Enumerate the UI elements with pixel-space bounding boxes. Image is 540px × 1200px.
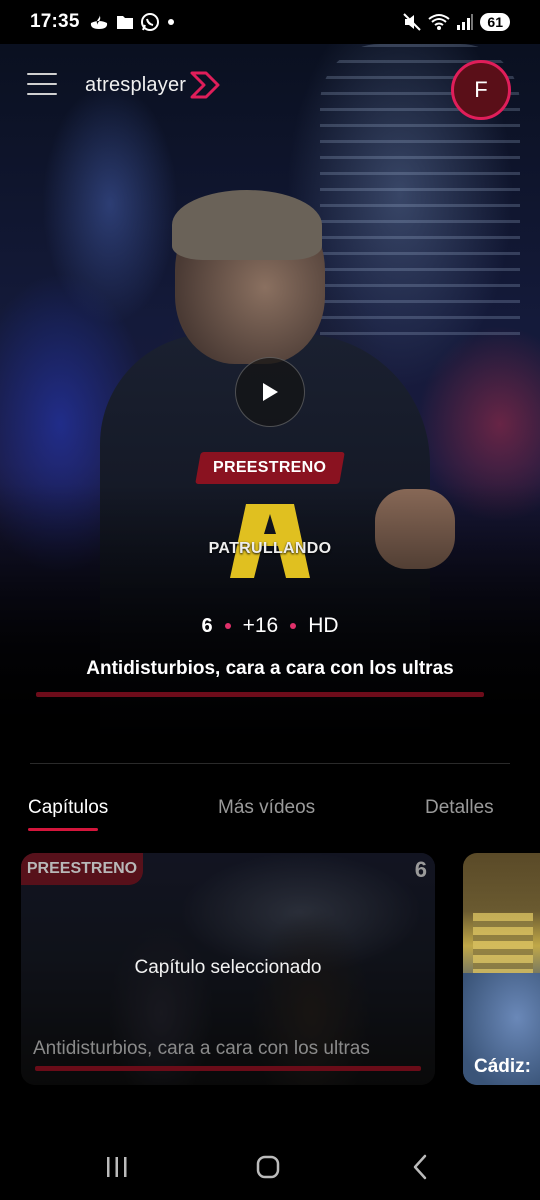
home-button[interactable]	[253, 1152, 283, 1182]
avatar[interactable]: F	[451, 60, 511, 120]
recent-apps-button[interactable]	[102, 1152, 132, 1182]
tabs: Capítulos Más vídeos Detalles	[0, 797, 540, 837]
hero-meta: 6 +16 HD	[0, 614, 540, 638]
episode-progress-bar	[35, 1066, 421, 1071]
age-rating: +16	[242, 614, 279, 637]
tab-mas-videos[interactable]: Más vídeos	[218, 797, 315, 819]
episode-card[interactable]: Cádiz:	[463, 853, 540, 1085]
episode-title: Antidisturbios, cara a cara con los ultr…	[33, 1038, 370, 1059]
hero-progress-bar	[36, 692, 484, 697]
status-time: 17:35	[30, 11, 80, 32]
episode-title: Cádiz:	[474, 1056, 531, 1077]
episode-card[interactable]: PREESTRENO 6 Capítulo seleccionado Antid…	[21, 853, 435, 1085]
signal-icon	[457, 14, 474, 30]
episode-preestreno-badge: PREESTRENO	[21, 853, 143, 885]
hero-episode-title: Antidisturbios, cara a cara con los ultr…	[86, 658, 454, 679]
santander-icon	[90, 14, 107, 29]
dot-icon	[167, 19, 174, 25]
play-icon	[263, 383, 278, 401]
back-button[interactable]	[405, 1152, 435, 1182]
back-icon	[413, 1154, 427, 1180]
wifi-icon	[428, 14, 451, 30]
preestreno-badge: PREESTRENO	[195, 452, 345, 484]
whatsapp-icon	[140, 13, 159, 31]
episode-channel-badge: 6	[414, 857, 427, 882]
show-title: PATRULLANDO	[208, 540, 332, 557]
battery-level: 61	[480, 13, 510, 31]
tab-capitulos[interactable]: Capítulos	[28, 797, 108, 819]
meta-dot	[224, 623, 231, 629]
active-tab-indicator	[28, 828, 98, 831]
tab-detalles[interactable]: Detalles	[425, 797, 494, 819]
recent-apps-icon	[107, 1157, 127, 1177]
system-nav-bar	[0, 1132, 540, 1200]
selected-episode-label: Capítulo seleccionado	[134, 957, 322, 978]
quality-label: HD	[308, 614, 339, 637]
folder-icon	[116, 16, 133, 29]
app-logo[interactable]: atresplayer	[85, 70, 222, 100]
channel-badge: 6	[201, 614, 213, 637]
logo-text: atresplayer	[85, 73, 187, 96]
status-left-icons	[88, 12, 176, 32]
top-bar: atresplayer F	[0, 44, 540, 130]
meta-dot	[290, 623, 297, 629]
show-logo: PATRULLANDO	[198, 500, 342, 582]
menu-icon[interactable]	[27, 73, 57, 97]
logo-chevron-icon	[190, 71, 220, 99]
status-right-icons: 61	[402, 12, 510, 32]
home-icon	[256, 1155, 280, 1179]
divider	[30, 763, 510, 764]
play-button[interactable]	[235, 357, 305, 427]
status-bar: 17:35 61	[0, 0, 540, 44]
mute-icon	[403, 13, 422, 31]
